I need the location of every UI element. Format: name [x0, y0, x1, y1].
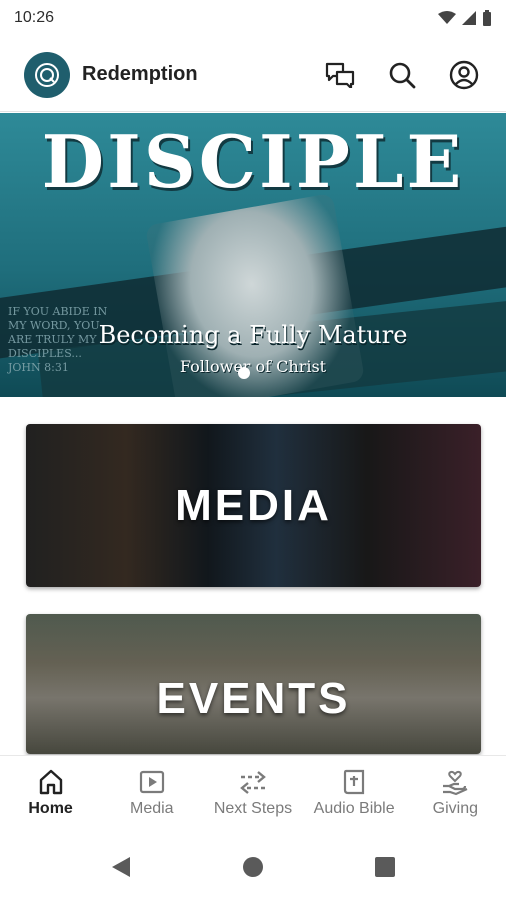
events-card[interactable]: EVENTS [26, 614, 481, 754]
home-icon [39, 769, 62, 795]
nav-item-audio-bible[interactable]: Audio Bible [304, 756, 405, 818]
nav-label-audio-bible: Audio Bible [313, 800, 395, 817]
nav-item-next-steps[interactable]: Next Steps [202, 756, 303, 818]
battery-icon [483, 10, 491, 26]
media-card[interactable]: MEDIA [26, 424, 481, 587]
media-card-label: MEDIA [175, 480, 332, 530]
nav-label-media: Media [129, 800, 174, 817]
app-logo[interactable] [24, 51, 70, 98]
play-icon [139, 770, 164, 794]
wifi-icon [438, 11, 456, 24]
system-nav-bar [0, 833, 506, 900]
redemption-logo-icon [35, 62, 59, 87]
chat-icon [325, 62, 355, 88]
back-icon[interactable] [110, 855, 132, 879]
hero-title: DISCIPLE [41, 119, 465, 204]
account-icon [449, 60, 479, 89]
nav-item-home[interactable]: Home [0, 756, 101, 818]
app-title: Redemption [82, 63, 198, 85]
search-button[interactable] [384, 57, 420, 93]
hero-subtitle: Becoming a Fully Mature [98, 321, 408, 349]
search-icon [389, 62, 416, 88]
account-button[interactable] [446, 57, 482, 93]
recents-icon[interactable] [374, 856, 396, 878]
nav-label-giving: Giving [432, 800, 479, 817]
status-time: 10:26 [14, 9, 55, 26]
app-actions [322, 57, 482, 93]
home-button-icon[interactable] [242, 856, 264, 878]
nav-label-next-steps: Next Steps [213, 800, 293, 817]
bible-icon [344, 769, 365, 795]
app-bar: Redemption [0, 38, 506, 112]
giving-icon [443, 770, 468, 796]
nav-label-home: Home [28, 800, 73, 817]
events-card-label: EVENTS [156, 674, 351, 723]
hero-banner[interactable]: DISCIPLE If you abide in my word, you ar… [0, 113, 506, 397]
status-icons [438, 10, 492, 26]
signal-icon [462, 11, 476, 25]
arrows-icon [240, 771, 266, 794]
chat-button[interactable] [322, 57, 358, 93]
hero-subtitle-2: Follower of Christ [179, 357, 327, 376]
bottom-nav: Home Media Next Steps Audio Bible Giving [0, 755, 506, 834]
carousel-indicator [238, 367, 250, 379]
status-bar: 10:26 [0, 0, 506, 36]
nav-item-media[interactable]: Media [101, 756, 202, 818]
nav-item-giving[interactable]: Giving [405, 756, 506, 818]
